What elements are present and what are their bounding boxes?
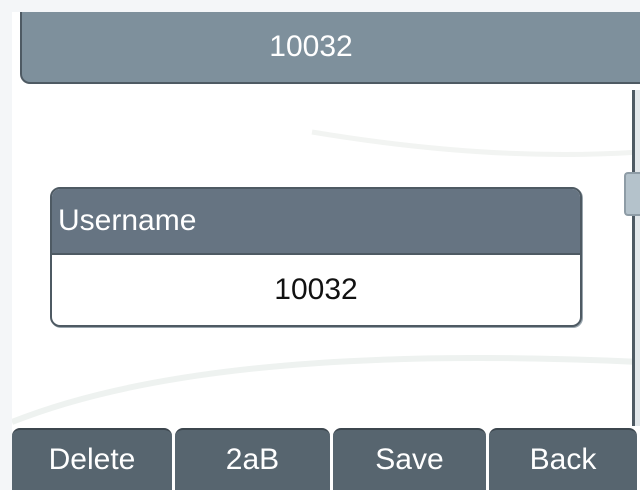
username-field[interactable]: Username 10032 <box>50 187 582 327</box>
delete-softkey[interactable]: Delete <box>12 428 172 490</box>
username-input[interactable]: 10032 <box>52 255 580 325</box>
username-label: Username <box>52 189 580 255</box>
back-softkey[interactable]: Back <box>489 428 637 490</box>
scrollbar-track[interactable] <box>632 90 640 426</box>
phone-screen: 10032 Username 10032 Delete 2aB Save Bac… <box>12 12 640 490</box>
page-title: 10032 <box>269 30 353 63</box>
title-bar: 10032 <box>20 12 640 84</box>
scrollbar-thumb[interactable] <box>624 172 640 216</box>
softkey-bar: Delete 2aB Save Back <box>12 428 640 490</box>
input-mode-softkey[interactable]: 2aB <box>175 428 330 490</box>
save-softkey[interactable]: Save <box>333 428 486 490</box>
